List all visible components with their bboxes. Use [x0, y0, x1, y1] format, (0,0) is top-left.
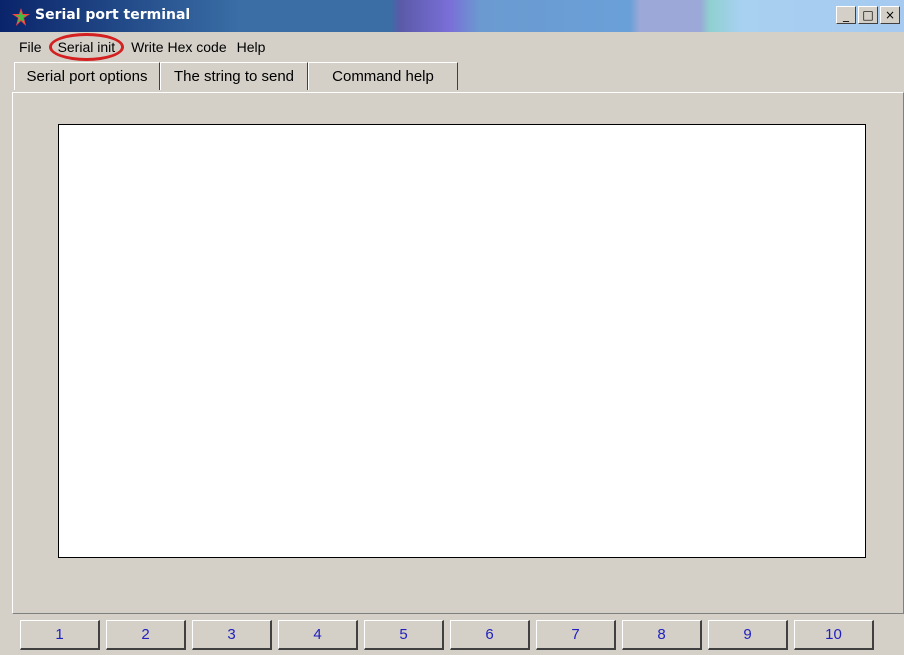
macro-button-1[interactable]: 1 — [20, 620, 100, 650]
tab-string-to-send[interactable]: The string to send — [160, 62, 308, 90]
menu-file[interactable]: File — [14, 39, 47, 55]
macro-button-10[interactable]: 10 — [794, 620, 874, 650]
macro-button-bar: 1 2 3 4 5 6 7 8 9 10 — [20, 620, 880, 650]
minimize-button[interactable]: _ — [836, 6, 856, 24]
menu-write-hex-code[interactable]: Write Hex code — [126, 39, 231, 55]
close-button[interactable]: × — [880, 6, 900, 24]
macro-button-9[interactable]: 9 — [708, 620, 788, 650]
tab-serial-port-options[interactable]: Serial port options — [14, 62, 160, 90]
macro-button-3[interactable]: 3 — [192, 620, 272, 650]
window-controls: _ □ × — [836, 6, 900, 24]
macro-button-4[interactable]: 4 — [278, 620, 358, 650]
menu-bar: File Serial init Write Hex code Help — [14, 33, 271, 61]
tab-strip: Serial port options The string to send C… — [14, 62, 458, 90]
title-bar[interactable]: Serial port terminal _ □ × — [0, 0, 904, 32]
window-title: Serial port terminal — [35, 7, 191, 23]
macro-button-5[interactable]: 5 — [364, 620, 444, 650]
menu-help[interactable]: Help — [232, 39, 271, 55]
tab-command-help[interactable]: Command help — [308, 62, 458, 90]
maximize-button[interactable]: □ — [858, 6, 878, 24]
macro-button-2[interactable]: 2 — [106, 620, 186, 650]
terminal-output-area[interactable] — [58, 124, 866, 558]
macro-button-6[interactable]: 6 — [450, 620, 530, 650]
app-star-icon — [12, 8, 30, 26]
menu-serial-init[interactable]: Serial init — [48, 33, 125, 61]
macro-button-7[interactable]: 7 — [536, 620, 616, 650]
macro-button-8[interactable]: 8 — [622, 620, 702, 650]
